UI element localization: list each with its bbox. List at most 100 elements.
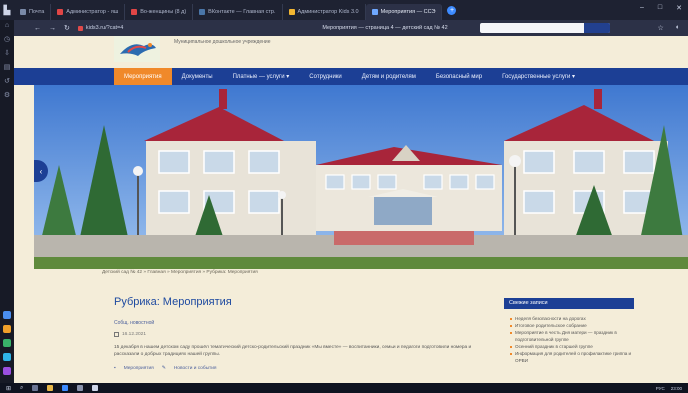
app-icon[interactable]: [3, 367, 11, 375]
tab-label: Администратор - яш: [66, 8, 119, 15]
tab-favicon-icon: [57, 8, 64, 15]
post-date-text: 16.12.2021: [122, 332, 147, 337]
menu-label: Документы: [181, 73, 213, 80]
app-icon[interactable]: [3, 325, 11, 333]
taskview-icon[interactable]: [32, 385, 39, 391]
navigation-bar: ← → ↻ kids3.ru/?cat=4 Мероприятия — стра…: [0, 20, 688, 36]
hero-banner-image: [34, 85, 688, 269]
app-icon[interactable]: [3, 339, 11, 347]
sidebar-recent-posts: Свежие записи Неделя безопасности на дор…: [504, 298, 634, 378]
tab-label: ВКонтакте — Главная стр.: [208, 8, 276, 15]
clock-icon[interactable]: ◷: [4, 35, 10, 43]
app-icon[interactable]: [3, 353, 11, 361]
tab-3[interactable]: ВКонтакте — Главная стр.: [193, 3, 283, 20]
tab-label: Почта: [29, 8, 45, 15]
site-logo-icon[interactable]: [114, 36, 160, 62]
sidebar-title: Свежие записи: [504, 298, 634, 309]
tab-favicon-icon: [288, 8, 295, 15]
store-icon[interactable]: [77, 385, 84, 391]
tab-favicon-icon: [199, 8, 206, 15]
profile-icon[interactable]: ◐: [676, 24, 680, 32]
menu-item-gov-services[interactable]: Государственные услуги ▾: [492, 68, 585, 85]
maximize-button[interactable]: □: [658, 4, 662, 12]
settings-icon[interactable]: ⚙: [4, 91, 10, 99]
menu-label: Государственные услуги ▾: [502, 74, 576, 80]
back-icon[interactable]: ←: [34, 25, 41, 32]
window-controls: – □ ✕: [640, 4, 682, 12]
security-icon: [77, 25, 83, 31]
browser-chrome: ▙ Почта Администратор - яш Во-женщины (8…: [0, 0, 688, 36]
close-window-button[interactable]: ✕: [676, 4, 682, 12]
side-app-bar: ⌂ ◷ ⇩ ▤ ↺ ⚙: [0, 20, 14, 383]
menu-label: Безопасный мир: [435, 73, 483, 80]
sidebar-item[interactable]: Информация для родителей о профилактике …: [510, 350, 634, 364]
post-excerpt: 15 декабря в нашем детском саду прошёл т…: [114, 345, 472, 357]
os-taskbar: ⊞ ⌕ РУС 23:00: [0, 383, 688, 393]
tab-2[interactable]: Во-женщины (8 д): [125, 3, 194, 20]
tab-favicon-icon: [371, 8, 378, 15]
address-text: kids3.ru/?cat=4: [85, 25, 124, 31]
tab-label: Мероприятия — ССЭ: [380, 8, 436, 15]
menu-label: Мероприятия: [124, 73, 162, 80]
favorites-icon[interactable]: ☆: [657, 24, 663, 32]
tag-link[interactable]: Мероприятия: [124, 366, 154, 371]
app-menu-icon[interactable]: ▙: [0, 0, 14, 20]
minimize-button[interactable]: –: [640, 4, 644, 12]
post-author-link[interactable]: Собщ. новостной: [114, 320, 154, 326]
page-title: Рубрика: Мероприятия: [114, 296, 232, 308]
browser-icon[interactable]: [62, 385, 69, 391]
tab-0[interactable]: Почта: [14, 3, 52, 20]
history-icon[interactable]: ↺: [4, 77, 10, 85]
forward-icon[interactable]: →: [49, 25, 56, 32]
menu-item-parents[interactable]: Детям и родителям: [352, 68, 426, 85]
sidebar-item[interactable]: Осенний праздник в старшей группе: [510, 343, 634, 350]
language-indicator[interactable]: РУС: [656, 386, 665, 391]
tab-favicon-icon: [131, 8, 138, 15]
settings-app-icon[interactable]: [92, 385, 99, 391]
search-icon[interactable]: ⌕: [20, 385, 23, 392]
menu-item-staff[interactable]: Сотрудники: [299, 68, 352, 85]
folder-icon: ▪: [114, 366, 116, 371]
tab-strip: ▙ Почта Администратор - яш Во-женщины (8…: [0, 0, 688, 20]
home-icon[interactable]: ⌂: [5, 22, 9, 29]
tag-icon: ✎: [161, 366, 166, 371]
download-icon[interactable]: ⇩: [4, 49, 10, 57]
breadcrumb: Детский сад № 42 » Главная » Мероприятия…: [102, 270, 258, 275]
menu-label: Детям и родителям: [361, 73, 416, 80]
tab-5-active[interactable]: Мероприятия — ССЭ: [365, 3, 443, 20]
menu-label: Сотрудники: [309, 73, 342, 80]
main-menu: Мероприятия Документы Платные — услуги ▾…: [114, 68, 634, 85]
collections-icon[interactable]: ▤: [4, 63, 11, 71]
tag-link[interactable]: Новости и события: [174, 366, 217, 371]
clock[interactable]: 23:00: [671, 386, 682, 391]
menu-item-paid-services[interactable]: Платные — услуги ▾: [223, 68, 300, 85]
post-date: 16.12.2021: [114, 332, 146, 337]
app-icon[interactable]: [3, 311, 11, 319]
new-tab-button[interactable]: +: [447, 5, 457, 15]
menu-item-documents[interactable]: Документы: [172, 68, 223, 85]
tab-label: Во-женщины (8 д): [140, 8, 187, 15]
sidebar-item[interactable]: Неделя безопасности на дорогах: [510, 315, 634, 322]
site-name: Муниципальное дошкольное учреждение: [174, 39, 271, 45]
toolbar-icons: ☆ ◐: [657, 24, 680, 32]
explorer-icon[interactable]: [47, 385, 54, 391]
tab-label: Администратор Kids 3.0: [297, 8, 359, 15]
sidebar-list: Неделя безопасности на дорогах Итоговое …: [504, 309, 634, 364]
page-title-bar: Мероприятия — страница 4 — детский сад №…: [322, 25, 448, 31]
site-search-button[interactable]: [584, 23, 610, 33]
reload-icon[interactable]: ↻: [64, 24, 70, 32]
site-search-input[interactable]: [480, 23, 610, 33]
site-header: Муниципальное дошкольное учреждение: [14, 36, 688, 66]
sidebar-item[interactable]: Мероприятие в честь Дня матери — праздни…: [510, 329, 634, 343]
web-page: Муниципальное дошкольное учреждение Меро…: [14, 36, 688, 383]
address-bar[interactable]: kids3.ru/?cat=4: [77, 25, 278, 31]
system-tray: РУС 23:00: [656, 383, 682, 393]
sidebar-item[interactable]: Итоговое родительское собрание: [510, 322, 634, 329]
tab-4[interactable]: Администратор Kids 3.0: [283, 3, 366, 20]
tab-favicon-icon: [20, 8, 26, 15]
tab-1[interactable]: Администратор - яш: [51, 3, 126, 20]
post-tags: ▪ Мероприятия ✎ Новости и события: [114, 366, 217, 371]
menu-item-safety[interactable]: Безопасный мир: [426, 68, 492, 85]
menu-item-events[interactable]: Мероприятия: [114, 68, 172, 85]
start-icon[interactable]: ⊞: [6, 385, 11, 392]
